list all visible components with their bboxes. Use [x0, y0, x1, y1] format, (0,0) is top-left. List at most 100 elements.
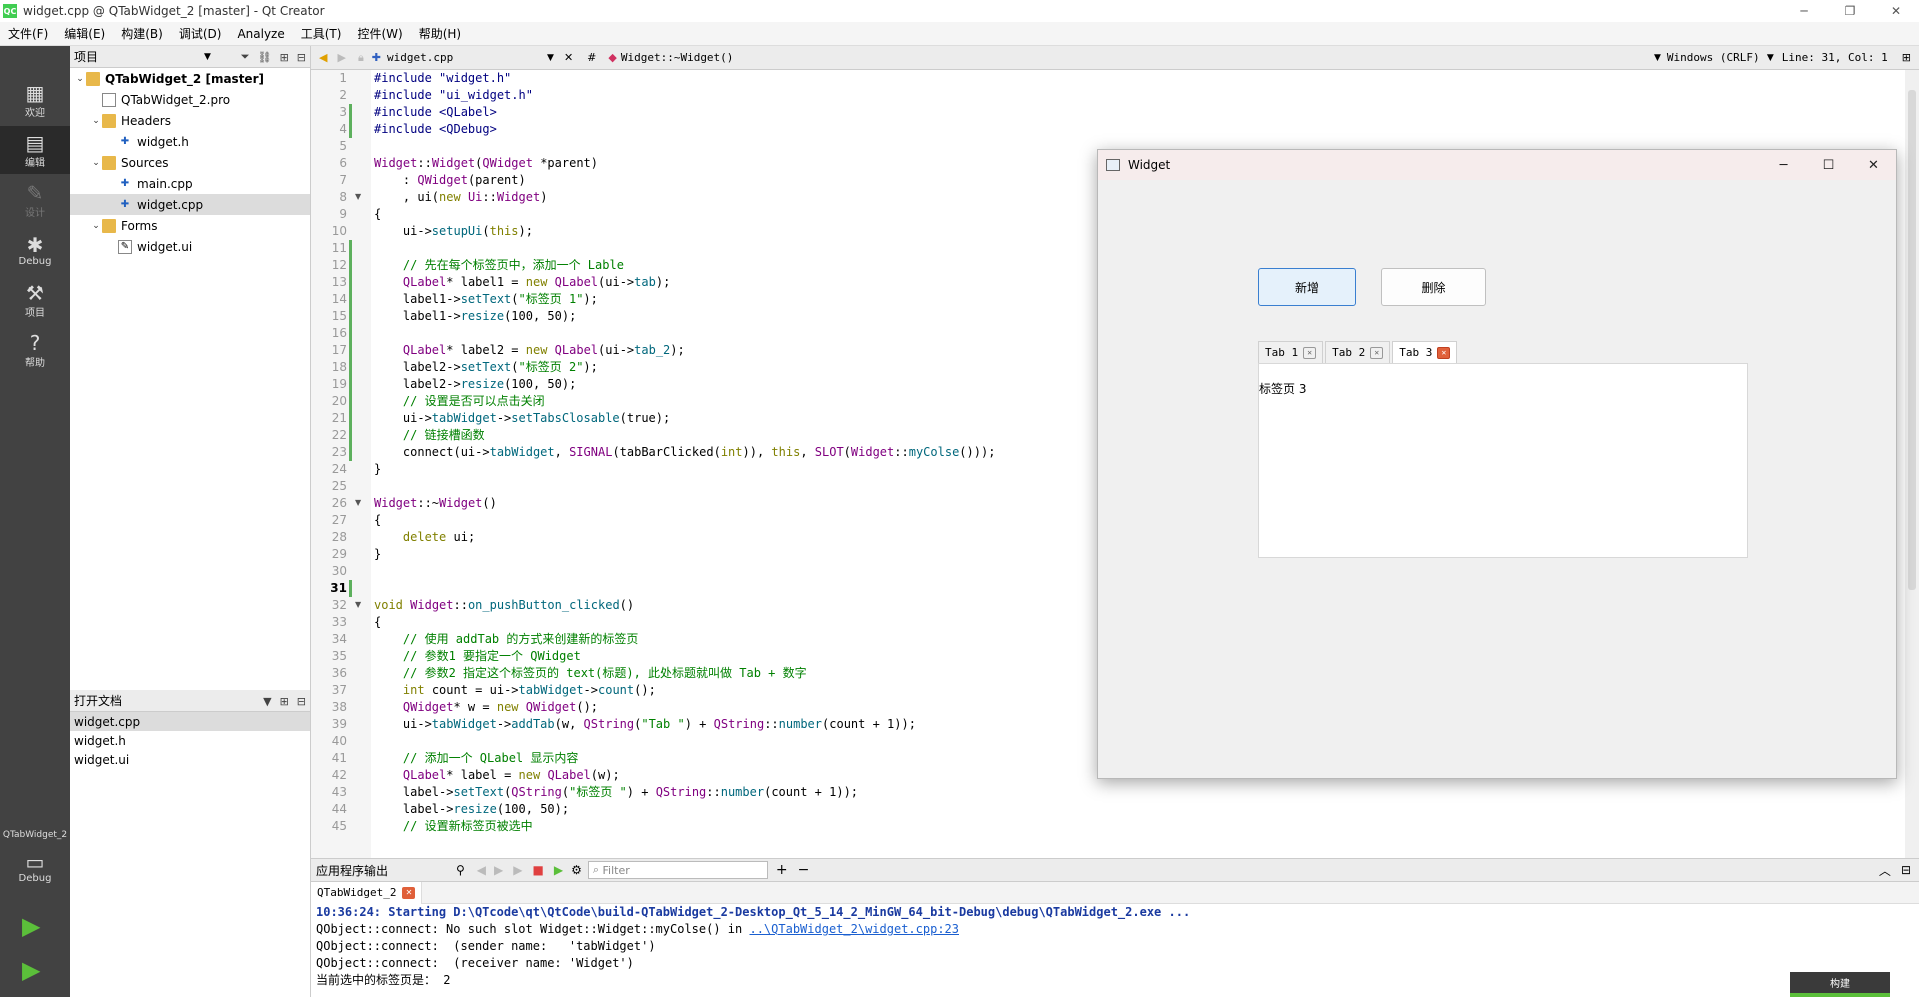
remove-tab-button[interactable]: 删除	[1381, 268, 1486, 306]
minimize-icon[interactable]: ─	[1781, 0, 1827, 22]
split-icon[interactable]: ⊞	[1902, 51, 1911, 64]
menu-item[interactable]: 文件(F)	[0, 25, 56, 42]
code-line[interactable]: QLabel* label2 = new QLabel(ui->tab_2);	[374, 342, 685, 359]
menu-item[interactable]: 控件(W)	[349, 25, 410, 42]
tree-item[interactable]: ⌄ Sources	[70, 152, 310, 173]
add-tab-button[interactable]: 新增	[1258, 268, 1356, 306]
open-document-item[interactable]: widget.cpp	[70, 712, 310, 731]
chevron-down-icon[interactable]: ▼	[547, 53, 554, 63]
code-line[interactable]: #include "widget.h"	[374, 70, 511, 87]
gear-icon[interactable]: ⚙	[571, 863, 582, 877]
zoom-out-icon[interactable]: −	[798, 862, 810, 878]
output-link[interactable]: ..\QTabWidget_2\widget.cpp:23	[749, 922, 959, 936]
debug-run-icon[interactable]: ▶	[22, 956, 40, 984]
code-line[interactable]: , ui(new Ui::Widget)	[374, 189, 548, 206]
code-line[interactable]: {	[374, 206, 381, 223]
code-line[interactable]: QLabel* label = new QLabel(w);	[374, 767, 620, 784]
fold-arrow-icon[interactable]: ▼	[355, 498, 361, 507]
line-endings-selector[interactable]: Windows (CRLF)	[1667, 51, 1767, 64]
code-line[interactable]: label->resize(100, 50);	[374, 801, 569, 818]
tree-item[interactable]: ✎ widget.ui	[70, 236, 310, 257]
close-panel-icon[interactable]: ⊟	[297, 695, 306, 708]
forward-icon[interactable]: ▶	[337, 51, 345, 64]
stop-icon[interactable]: ■	[533, 863, 544, 877]
code-line[interactable]: }	[374, 546, 381, 563]
menu-item[interactable]: 编辑(E)	[56, 25, 113, 42]
code-line[interactable]: int count = ui->tabWidget->count();	[374, 682, 656, 699]
code-line[interactable]: }	[374, 461, 381, 478]
code-line[interactable]: // 先在每个标签页中，添加一个 Lable	[374, 257, 624, 274]
code-line[interactable]: // 参数2 指定这个标签页的 text(标题), 此处标题就叫做 Tab + …	[374, 665, 807, 682]
filter-input[interactable]: ⌕ Filter	[587, 861, 768, 879]
expand-arrow-icon[interactable]: ⌄	[90, 116, 102, 126]
minimize-icon[interactable]: ─	[1761, 150, 1806, 180]
code-line[interactable]: Widget::~Widget()	[374, 495, 497, 512]
code-line[interactable]: // 添加一个 QLabel 显示内容	[374, 750, 578, 767]
output-tab[interactable]: QTabWidget_2 ✕	[311, 881, 423, 904]
open-document-item[interactable]: widget.ui	[70, 750, 310, 769]
tree-item[interactable]: ✚ widget.h	[70, 131, 310, 152]
code-line[interactable]: // 设置新标签页被选中	[374, 818, 533, 835]
menu-item[interactable]: Analyze	[229, 27, 292, 41]
tab-3[interactable]: Tab 3 ✕	[1392, 341, 1458, 363]
mode-projects[interactable]: ⚒ 项目	[0, 276, 70, 324]
code-line[interactable]: ui->setupUi(this);	[374, 223, 533, 240]
close-icon[interactable]: ✕	[1851, 150, 1896, 180]
file-selector[interactable]: widget.cpp	[387, 51, 547, 64]
tree-item[interactable]: ✚ main.cpp	[70, 173, 310, 194]
close-icon[interactable]: ✕	[564, 51, 573, 64]
close-tab-icon[interactable]: ✕	[1370, 346, 1384, 359]
close-tab-icon[interactable]: ✕	[402, 886, 416, 899]
code-line[interactable]: connect(ui->tabWidget, SIGNAL(tabBarClic…	[374, 444, 996, 461]
close-tab-icon[interactable]: ✕	[1303, 346, 1317, 359]
maximize-pane-icon[interactable]: ︿	[1879, 862, 1891, 879]
tree-item[interactable]: ✚ widget.cpp	[70, 194, 310, 215]
code-line[interactable]: ui->tabWidget->addTab(w, QString("Tab ")…	[374, 716, 916, 733]
close-panel-icon[interactable]: ⊟	[297, 51, 306, 64]
next-icon[interactable]: ▶	[494, 863, 503, 877]
split-icon[interactable]: ⊞	[280, 51, 289, 64]
fold-arrow-icon[interactable]: ▼	[355, 600, 361, 609]
menu-item[interactable]: 调试(D)	[171, 25, 230, 42]
cursor-position[interactable]: Line: 31, Col: 1	[1782, 51, 1902, 64]
code-line[interactable]: ui->tabWidget->setTabsClosable(true);	[374, 410, 670, 427]
zoom-in-icon[interactable]: +	[776, 862, 788, 878]
code-line[interactable]: label1->resize(100, 50);	[374, 308, 576, 325]
mode-edit[interactable]: ▤ 编辑	[0, 126, 70, 174]
open-document-item[interactable]: widget.h	[70, 731, 310, 750]
expand-arrow-icon[interactable]: ⌄	[90, 221, 102, 231]
code-line[interactable]: Widget::Widget(QWidget *parent)	[374, 155, 598, 172]
mode-debug[interactable]: ✱ Debug	[0, 226, 70, 274]
build-button[interactable]: 构建	[1790, 972, 1890, 997]
chevron-down-icon[interactable]: ▼	[204, 52, 211, 62]
code-line[interactable]: // 设置是否可以点击关闭	[374, 393, 545, 410]
link-icon[interactable]: ⛓	[258, 51, 272, 64]
close-icon[interactable]: ✕	[1873, 0, 1919, 22]
split-icon[interactable]: ⊞	[280, 695, 289, 708]
tree-item[interactable]: ⌄ Forms	[70, 215, 310, 236]
code-line[interactable]: QLabel* label1 = new QLabel(ui->tab);	[374, 274, 670, 291]
code-line[interactable]: QWidget* w = new QWidget();	[374, 699, 598, 716]
run-icon[interactable]: ▶	[513, 863, 522, 877]
code-line[interactable]: : QWidget(parent)	[374, 172, 526, 189]
code-line[interactable]: void Widget::on_pushButton_clicked()	[374, 597, 634, 614]
maximize-icon[interactable]: ☐	[1806, 150, 1851, 180]
rerun-icon[interactable]: ▶	[554, 863, 563, 877]
attach-icon[interactable]: ⚲	[456, 863, 465, 877]
tree-item[interactable]: ⌄ QTabWidget_2 [master]	[70, 68, 310, 89]
fold-arrow-icon[interactable]: ▼	[355, 192, 361, 201]
tree-item[interactable]: ⌄ Headers	[70, 110, 310, 131]
code-line[interactable]: // 使用 addTab 的方式来创建新的标签页	[374, 631, 638, 648]
code-line[interactable]: {	[374, 512, 381, 529]
tab-2[interactable]: Tab 2 ✕	[1325, 341, 1391, 363]
run-icon[interactable]: ▶	[22, 912, 40, 940]
menu-item[interactable]: 工具(T)	[293, 25, 350, 42]
code-line[interactable]: // 参数1 要指定一个 QWidget	[374, 648, 581, 665]
back-icon[interactable]: ◀	[319, 51, 327, 64]
expand-arrow-icon[interactable]: ⌄	[90, 158, 102, 168]
code-line[interactable]: delete ui;	[374, 529, 475, 546]
chevron-down-icon[interactable]: ▼	[1767, 53, 1774, 63]
code-line[interactable]: label2->setText("标签页 2");	[374, 359, 598, 376]
maximize-icon[interactable]: ❐	[1827, 0, 1873, 22]
menu-item[interactable]: 构建(B)	[113, 25, 171, 42]
